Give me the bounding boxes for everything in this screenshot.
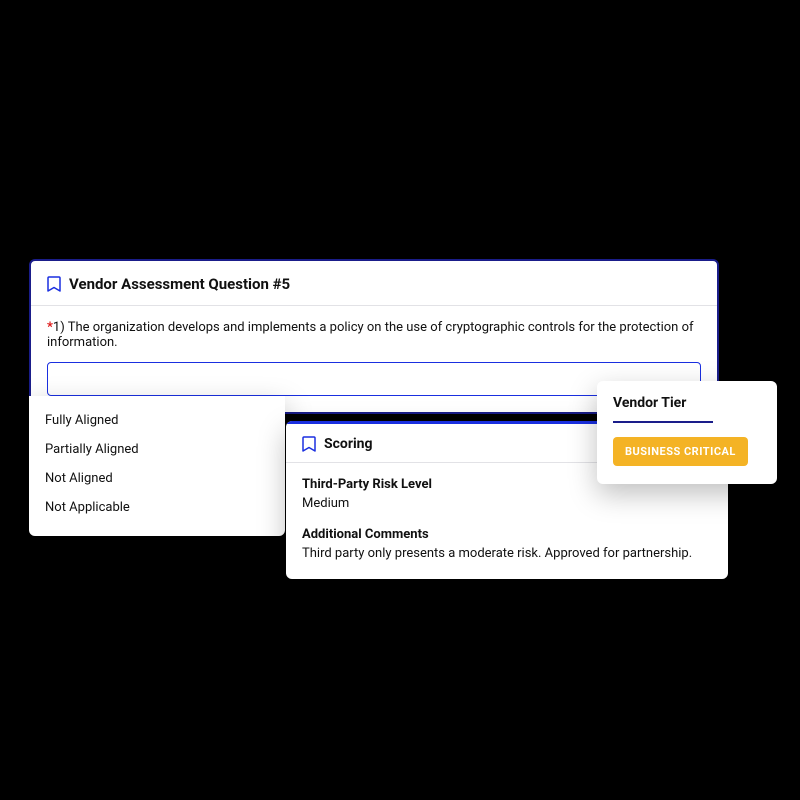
vendor-tier-divider <box>613 421 713 423</box>
dropdown-option[interactable]: Not Aligned <box>29 464 285 493</box>
assessment-title: Vendor Assessment Question #5 <box>69 275 290 293</box>
alignment-dropdown: Fully Aligned Partially Aligned Not Alig… <box>29 396 285 536</box>
vendor-tier-card: Vendor Tier BUSINESS CRITICAL <box>597 381 777 484</box>
scoring-title: Scoring <box>324 436 373 452</box>
dropdown-option[interactable]: Not Applicable <box>29 493 285 522</box>
risk-level-value: Medium <box>302 496 712 511</box>
dropdown-option[interactable]: Partially Aligned <box>29 435 285 464</box>
assessment-header: Vendor Assessment Question #5 <box>31 261 717 306</box>
bookmark-icon <box>302 436 316 452</box>
vendor-tier-title: Vendor Tier <box>613 395 761 411</box>
bookmark-icon <box>47 276 61 292</box>
question-body: The organization develops and implements… <box>47 320 694 350</box>
question-text: *1) The organization develops and implem… <box>47 320 701 350</box>
comments-field: Additional Comments Third party only pre… <box>302 527 712 561</box>
dropdown-option[interactable]: Fully Aligned <box>29 406 285 435</box>
vendor-tier-badge: BUSINESS CRITICAL <box>613 437 748 466</box>
comments-value: Third party only presents a moderate ris… <box>302 546 712 561</box>
comments-label: Additional Comments <box>302 527 712 542</box>
question-number: 1) <box>53 320 65 335</box>
